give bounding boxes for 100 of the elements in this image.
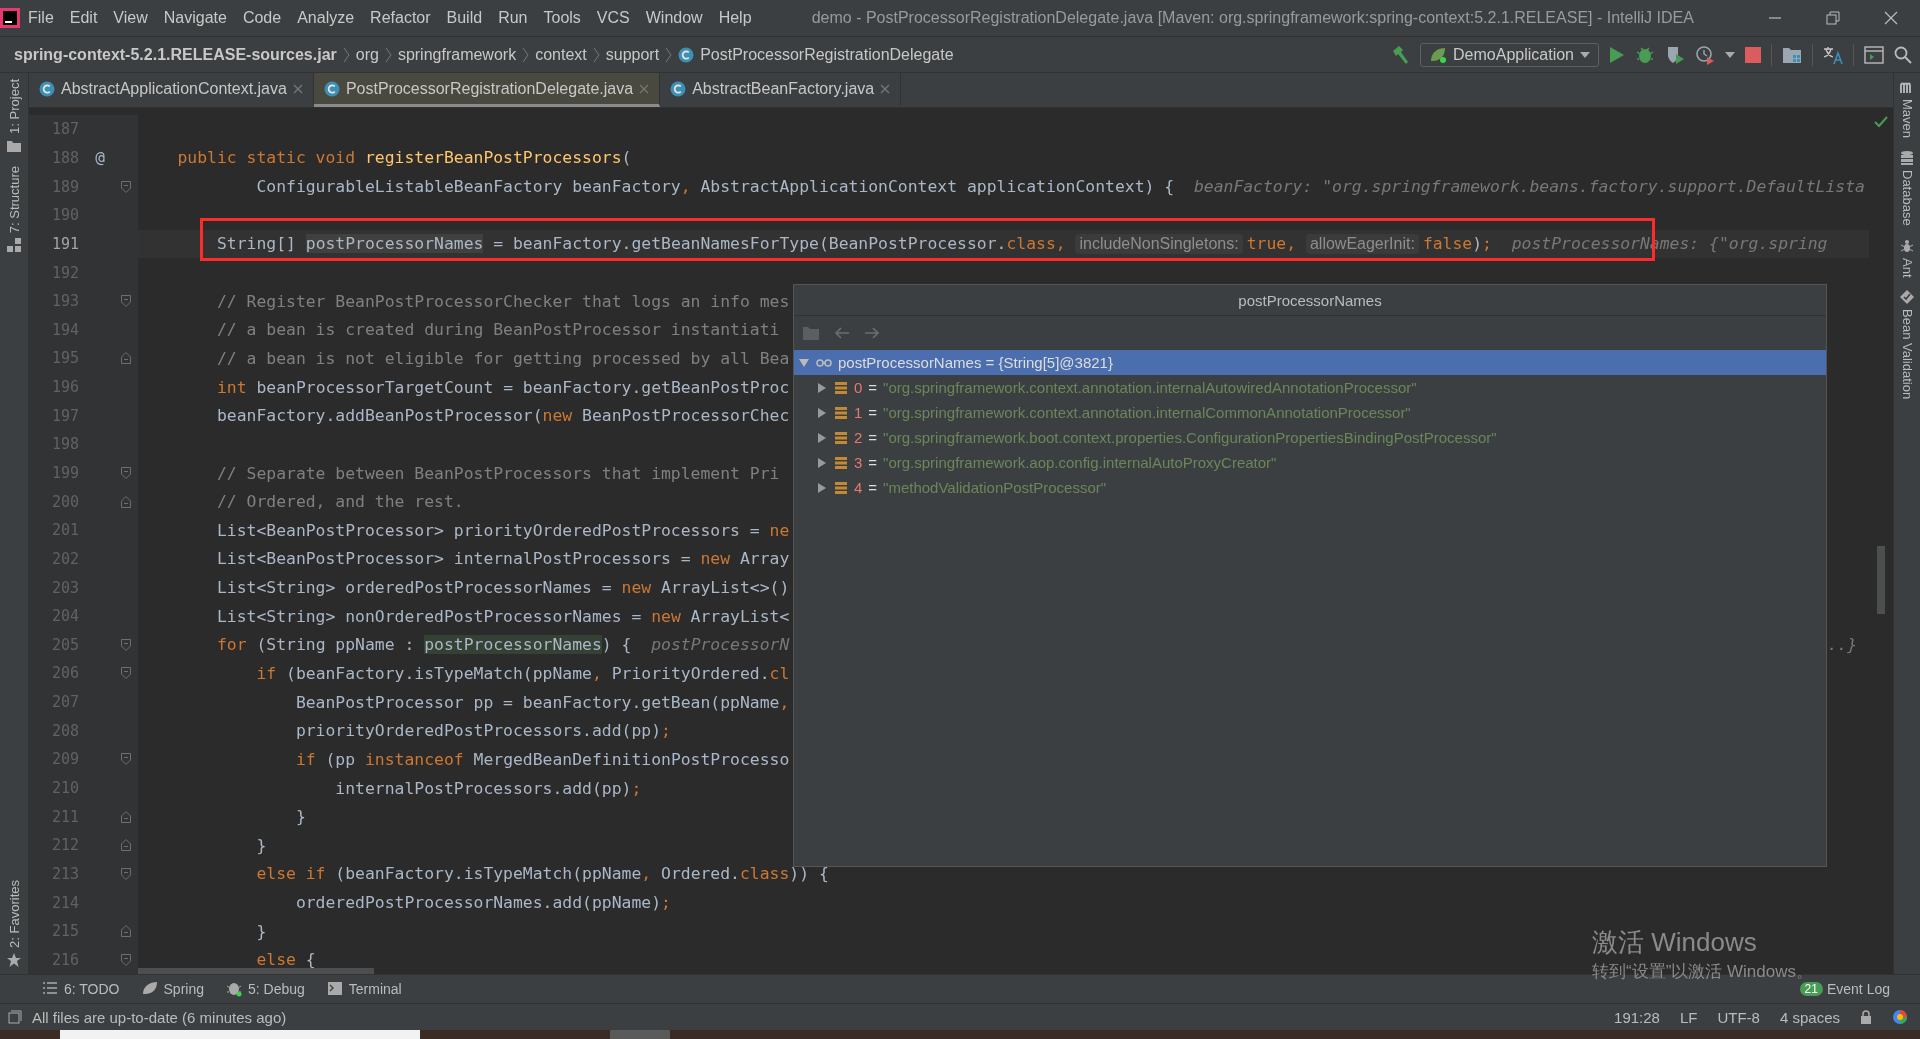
lock-icon[interactable] bbox=[1860, 1010, 1872, 1024]
class-icon bbox=[670, 80, 687, 97]
checkmark-icon bbox=[1874, 116, 1888, 128]
code-line: for (String ppName : postProcessorNames) { postProcessorN bbox=[215, 635, 790, 655]
close-icon[interactable] bbox=[292, 83, 303, 94]
folder-icon[interactable] bbox=[1782, 45, 1802, 64]
tool-window-button[interactable]: 5: Debug bbox=[226, 981, 305, 997]
run-configuration-dropdown[interactable]: DemoApplication bbox=[1420, 42, 1599, 67]
forward-arrow-icon[interactable] bbox=[864, 327, 880, 339]
bug-icon[interactable] bbox=[1635, 44, 1655, 65]
breadcrumb[interactable]: spring-context-5.2.1.RELEASE-sources.jar bbox=[14, 45, 337, 64]
tool-window-button[interactable]: 1: Project bbox=[6, 73, 22, 160]
menu-item[interactable]: Help bbox=[710, 9, 760, 27]
menu-item[interactable]: File bbox=[20, 9, 62, 27]
gutter-marker[interactable]: @ bbox=[79, 148, 121, 168]
line-separator[interactable]: LF bbox=[1679, 1008, 1698, 1026]
tree-item[interactable]: 0 = "org.springframework.context.annotation.internalAutowiredAnnotationProcessor" bbox=[794, 375, 1826, 400]
tool-window-button[interactable]: Database bbox=[1899, 144, 1915, 232]
caret-position[interactable]: 191:28 bbox=[1614, 1008, 1660, 1026]
tool-window-button[interactable]: Terminal bbox=[326, 981, 402, 997]
fold-icon[interactable] bbox=[121, 638, 131, 651]
breadcrumb[interactable]: PostProcessorRegistrationDelegate bbox=[678, 45, 954, 64]
fold-icon[interactable] bbox=[121, 667, 131, 680]
menu-item[interactable]: Build bbox=[438, 9, 491, 27]
file-encoding[interactable]: UTF-8 bbox=[1717, 1008, 1760, 1026]
indent-setting[interactable]: 4 spaces bbox=[1779, 1008, 1840, 1026]
tool-window-button[interactable]: Ant bbox=[1899, 231, 1915, 284]
close-icon[interactable] bbox=[1884, 11, 1898, 25]
editor-tab[interactable]: AbstractApplicationContext.java bbox=[29, 73, 314, 107]
shield-icon[interactable] bbox=[1665, 44, 1685, 65]
tool-window-button[interactable]: 7: Structure bbox=[6, 159, 22, 260]
search-icon[interactable] bbox=[1894, 45, 1912, 64]
tool-window-button[interactable]: Maven bbox=[1899, 73, 1915, 145]
caret-icon[interactable] bbox=[1725, 51, 1735, 58]
tool-window-button[interactable]: Spring bbox=[141, 981, 204, 997]
array-index: 0 bbox=[854, 379, 863, 396]
scrollbar-thumb[interactable] bbox=[138, 968, 374, 974]
expand-arrow-icon[interactable] bbox=[816, 481, 828, 494]
breadcrumb[interactable]: support bbox=[605, 45, 660, 64]
hammer-icon[interactable] bbox=[1390, 44, 1411, 65]
collapse-arrow-icon[interactable] bbox=[798, 356, 810, 369]
menu-item[interactable]: Tools bbox=[535, 9, 589, 27]
menu-item[interactable]: Run bbox=[490, 9, 536, 27]
spring-icon bbox=[141, 981, 158, 997]
code-line: List<String> orderedPostProcessorNames = new ArrayList<>() bbox=[215, 578, 790, 598]
menu-item[interactable]: Window bbox=[637, 9, 711, 27]
breadcrumb[interactable]: springframework bbox=[397, 45, 517, 64]
activation-title: 激活 Windows bbox=[1592, 926, 1758, 959]
menu-item[interactable]: Navigate bbox=[155, 9, 235, 27]
expand-arrow-icon[interactable] bbox=[816, 431, 828, 444]
fold-icon[interactable] bbox=[121, 295, 131, 308]
code-line: } bbox=[255, 921, 267, 941]
editor-tab[interactable]: PostProcessorRegistrationDelegate.java bbox=[313, 73, 661, 107]
scrollbar-thumb[interactable] bbox=[1877, 546, 1885, 614]
stop-icon[interactable] bbox=[1745, 46, 1761, 63]
menu-item[interactable]: View bbox=[105, 9, 156, 27]
expand-arrow-icon[interactable] bbox=[816, 456, 828, 469]
fold-icon[interactable] bbox=[121, 467, 131, 479]
breadcrumb[interactable]: org bbox=[355, 45, 379, 64]
code-line: // Separate between BeanPostProcessors that implement Pri bbox=[215, 463, 780, 483]
tool-window-button[interactable]: Bean Validation bbox=[1899, 283, 1915, 406]
fold-icon[interactable] bbox=[121, 753, 131, 766]
expand-arrow-icon[interactable] bbox=[816, 406, 828, 419]
menu-item[interactable]: Refactor bbox=[362, 9, 439, 27]
event-log-button[interactable]: 21 Event Log bbox=[1799, 981, 1890, 997]
fold-icon[interactable] bbox=[121, 352, 131, 365]
class-icon bbox=[678, 46, 695, 63]
tool-window-button[interactable]: 6: TODO bbox=[42, 981, 120, 997]
fold-icon[interactable] bbox=[121, 867, 131, 880]
fold-icon[interactable] bbox=[121, 180, 131, 193]
translate-icon[interactable] bbox=[1823, 44, 1843, 65]
breadcrumb[interactable]: context bbox=[535, 45, 587, 64]
restore-icon[interactable] bbox=[1826, 11, 1840, 25]
menu-item[interactable]: Edit bbox=[61, 9, 106, 27]
tree-item[interactable]: 2 = "org.springframework.boot.context.properties.ConfigurationPropertiesBindingPostProcessor" bbox=[794, 425, 1826, 450]
clock-icon[interactable] bbox=[1695, 44, 1715, 65]
close-icon[interactable] bbox=[880, 83, 891, 94]
menu-item[interactable]: VCS bbox=[588, 9, 638, 27]
run-icon[interactable] bbox=[1609, 45, 1625, 64]
menu-item[interactable]: Code bbox=[234, 9, 290, 27]
tree-item[interactable]: 3 = "org.springframework.aop.config.internalAutoProxyCreator" bbox=[794, 450, 1826, 475]
fold-icon[interactable] bbox=[121, 810, 131, 823]
window-icon[interactable] bbox=[1864, 45, 1884, 64]
debug-icon bbox=[226, 981, 242, 997]
expand-arrow-icon[interactable] bbox=[816, 381, 828, 394]
menu-item[interactable]: Analyze bbox=[289, 9, 363, 27]
tree-item[interactable]: postProcessorNames = {String[5]@3821} bbox=[794, 350, 1826, 375]
fold-icon[interactable] bbox=[121, 495, 131, 508]
string-value: "org.springframework.boot.context.properties.ConfigurationPropertiesBindingPostProcessor" bbox=[883, 429, 1497, 446]
code-line: ConfigurableListableBeanFactory beanFactory, AbstractApplicationContext applicationContext) { beanFactory: "org.springframework.beans.factory.support.DefaultLista bbox=[255, 177, 1865, 197]
globe-icon[interactable] bbox=[1892, 1009, 1908, 1025]
fold-icon[interactable] bbox=[121, 925, 131, 938]
fold-icon[interactable] bbox=[121, 953, 131, 966]
editor-tab[interactable]: AbstractBeanFactory.java bbox=[660, 73, 902, 107]
tool-window-button[interactable]: 2: Favorites bbox=[6, 874, 22, 974]
tree-item[interactable]: 1 = "org.springframework.context.annotation.internalCommonAnnotationProcessor" bbox=[794, 400, 1826, 425]
panel-toggle-icon[interactable] bbox=[8, 1010, 22, 1024]
tree-item[interactable]: 4 = "methodValidationPostProcessor" bbox=[794, 475, 1826, 500]
back-arrow-icon[interactable] bbox=[834, 327, 850, 339]
fold-icon[interactable] bbox=[121, 839, 131, 852]
